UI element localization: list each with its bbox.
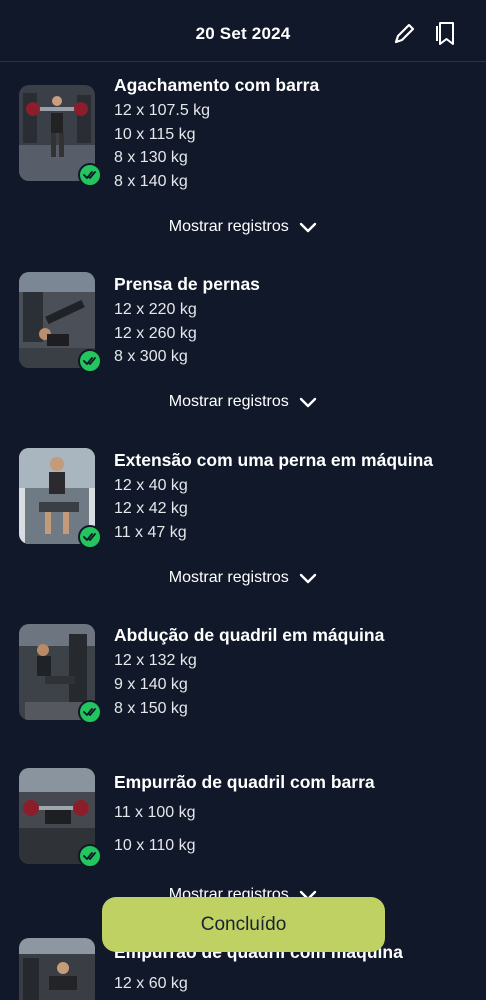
exercise-thumbnail [19,938,95,1000]
set-entry: 10 x 110 kg [114,837,196,854]
exercise-name: Extensão com uma perna em máquina [114,450,433,470]
completed-check-icon [78,844,102,868]
completed-check-icon [78,163,102,187]
workout-detail-screen: 20 Set 2024 Agachamento com barra 12 x 1… [0,0,486,1000]
completed-check-icon [78,349,102,373]
set-entry: 12 x 40 kg [114,477,188,494]
set-entry: 12 x 107.5 kg [114,102,211,119]
set-entry: 11 x 100 kg [114,804,196,821]
show-records-button[interactable]: Mostrar registros [0,218,486,236]
completed-check-icon [78,525,102,549]
chevron-down-icon [300,397,317,407]
show-records-button[interactable]: Mostrar registros [0,393,486,411]
set-entry: 12 x 260 kg [114,325,197,342]
set-entry: 8 x 300 kg [114,348,188,365]
show-records-label: Mostrar registros [168,569,289,586]
set-entry: 10 x 115 kg [114,126,196,143]
set-entry: 12 x 42 kg [114,500,188,517]
set-entry: 12 x 220 kg [114,301,197,318]
show-records-label: Mostrar registros [168,218,289,235]
exercise-name: Abdução de quadril em máquina [114,625,385,645]
pencil-icon[interactable] [390,20,418,48]
completed-check-icon [78,700,102,724]
header: 20 Set 2024 [0,0,486,62]
bookmark-icon[interactable] [432,20,460,48]
set-entry: 12 x 132 kg [114,652,197,669]
set-entry: 11 x 47 kg [114,524,187,541]
set-entry: 12 x 60 kg [114,975,188,992]
done-button[interactable]: Concluído [102,897,385,952]
set-entry: 8 x 150 kg [114,700,188,717]
exercise-name: Prensa de pernas [114,274,260,294]
show-records-button[interactable]: Mostrar registros [0,569,486,587]
exercise-name: Agachamento com barra [114,75,320,95]
exercise-name: Empurrão de quadril com barra [114,772,375,792]
set-entry: 8 x 140 kg [114,173,188,190]
set-entry: 9 x 140 kg [114,676,188,693]
set-entry: 8 x 130 kg [114,149,188,166]
show-records-label: Mostrar registros [168,393,289,410]
chevron-down-icon [300,573,317,583]
chevron-down-icon [300,222,317,232]
